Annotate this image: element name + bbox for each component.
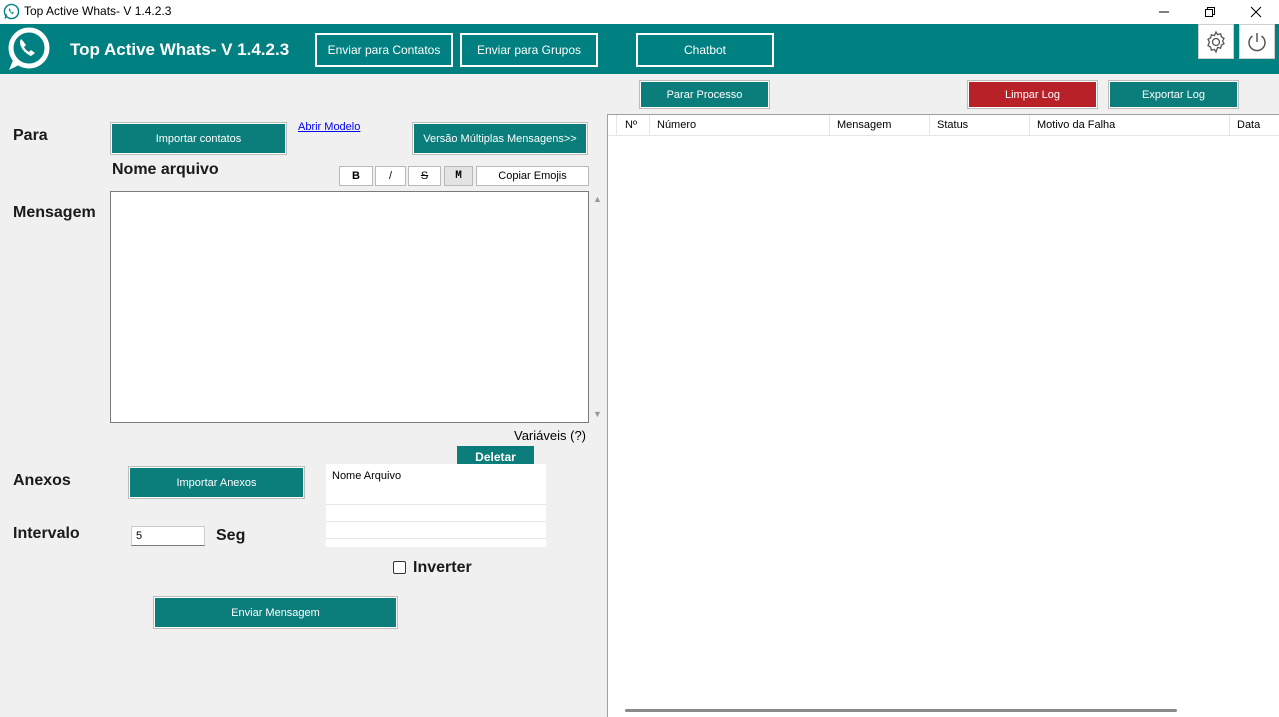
interval-input[interactable]: 5 — [131, 526, 205, 546]
list-divider — [326, 521, 546, 522]
multiple-messages-button[interactable]: Versão Múltiplas Mensagens>> — [412, 122, 588, 155]
variables-help[interactable]: Variáveis (?) — [514, 428, 586, 443]
power-icon — [1248, 32, 1266, 51]
window-title: Top Active Whats- V 1.4.2.3 — [24, 4, 172, 18]
list-divider — [326, 504, 546, 505]
copy-emojis-button[interactable]: Copiar Emojis — [476, 166, 589, 186]
export-log-button[interactable]: Exportar Log — [1108, 80, 1239, 109]
to-label: Para — [13, 127, 48, 144]
settings-button[interactable] — [1198, 24, 1234, 59]
chatbot-button[interactable]: Chatbot — [636, 33, 774, 67]
restore-button[interactable] — [1187, 0, 1233, 24]
col-date[interactable]: Data — [1230, 115, 1279, 136]
message-label: Mensagem — [13, 204, 96, 221]
app-header: Top Active Whats- V 1.4.2.3 Enviar para … — [0, 24, 1279, 74]
whatsapp-app-icon — [3, 3, 20, 20]
monospace-button[interactable]: M — [444, 166, 473, 186]
horizontal-scrollbar[interactable] — [625, 709, 1177, 712]
bold-button[interactable]: B — [339, 166, 373, 186]
power-button[interactable] — [1239, 24, 1275, 59]
col-phone-number[interactable]: Número — [650, 115, 830, 136]
clear-log-button[interactable]: Limpar Log — [967, 80, 1098, 109]
restore-icon — [1205, 7, 1215, 17]
scroll-down-icon[interactable]: ▼ — [593, 409, 602, 419]
log-table[interactable]: Nº Número Mensagem Status Motivo da Falh… — [607, 114, 1279, 717]
interval-label: Intervalo — [13, 525, 80, 542]
close-icon — [1250, 6, 1262, 18]
open-model-link[interactable]: Abrir Modelo — [298, 121, 360, 133]
close-button[interactable] — [1233, 0, 1279, 24]
message-textarea[interactable] — [110, 191, 589, 423]
send-message-button[interactable]: Enviar Mensagem — [153, 596, 398, 629]
col-number-index[interactable]: Nº — [618, 115, 650, 136]
app-name: Top Active Whats- V 1.4.2.3 — [70, 40, 290, 59]
invert-label: Inverter — [413, 559, 472, 576]
minimize-button[interactable] — [1141, 0, 1187, 24]
italic-button[interactable]: / — [375, 166, 406, 186]
strikethrough-button[interactable]: S — [408, 166, 441, 186]
stop-process-button[interactable]: Parar Processo — [639, 80, 770, 109]
scroll-up-icon[interactable]: ▲ — [593, 194, 602, 204]
attachments-label: Anexos — [13, 472, 71, 489]
file-name-label: Nome arquivo — [112, 161, 219, 178]
gear-icon — [1207, 30, 1225, 54]
app-window: Top Active Whats- V 1.4.2.3 Top Active W… — [0, 0, 1279, 717]
log-table-header: Nº Número Mensagem Status Motivo da Falh… — [608, 115, 1279, 136]
attachments-list[interactable]: Nome Arquivo — [326, 464, 546, 547]
import-contacts-button[interactable]: Importar contatos — [110, 122, 287, 155]
whatsapp-logo-icon — [8, 27, 50, 70]
list-divider — [326, 538, 546, 539]
file-list-header: Nome Arquivo — [332, 470, 402, 482]
col-status[interactable]: Status — [930, 115, 1030, 136]
send-to-contacts-button[interactable]: Enviar para Contatos — [315, 33, 453, 67]
col-failure-reason[interactable]: Motivo da Falha — [1030, 115, 1230, 136]
import-attachments-button[interactable]: Importar Anexos — [128, 466, 305, 499]
minimize-icon — [1159, 11, 1169, 13]
send-to-groups-button[interactable]: Enviar para Grupos — [460, 33, 598, 67]
interval-unit: Seg — [216, 527, 246, 544]
invert-checkbox[interactable] — [393, 561, 406, 574]
col-message[interactable]: Mensagem — [830, 115, 930, 136]
title-bar: Top Active Whats- V 1.4.2.3 — [0, 0, 1279, 24]
row-header-col — [608, 115, 617, 136]
